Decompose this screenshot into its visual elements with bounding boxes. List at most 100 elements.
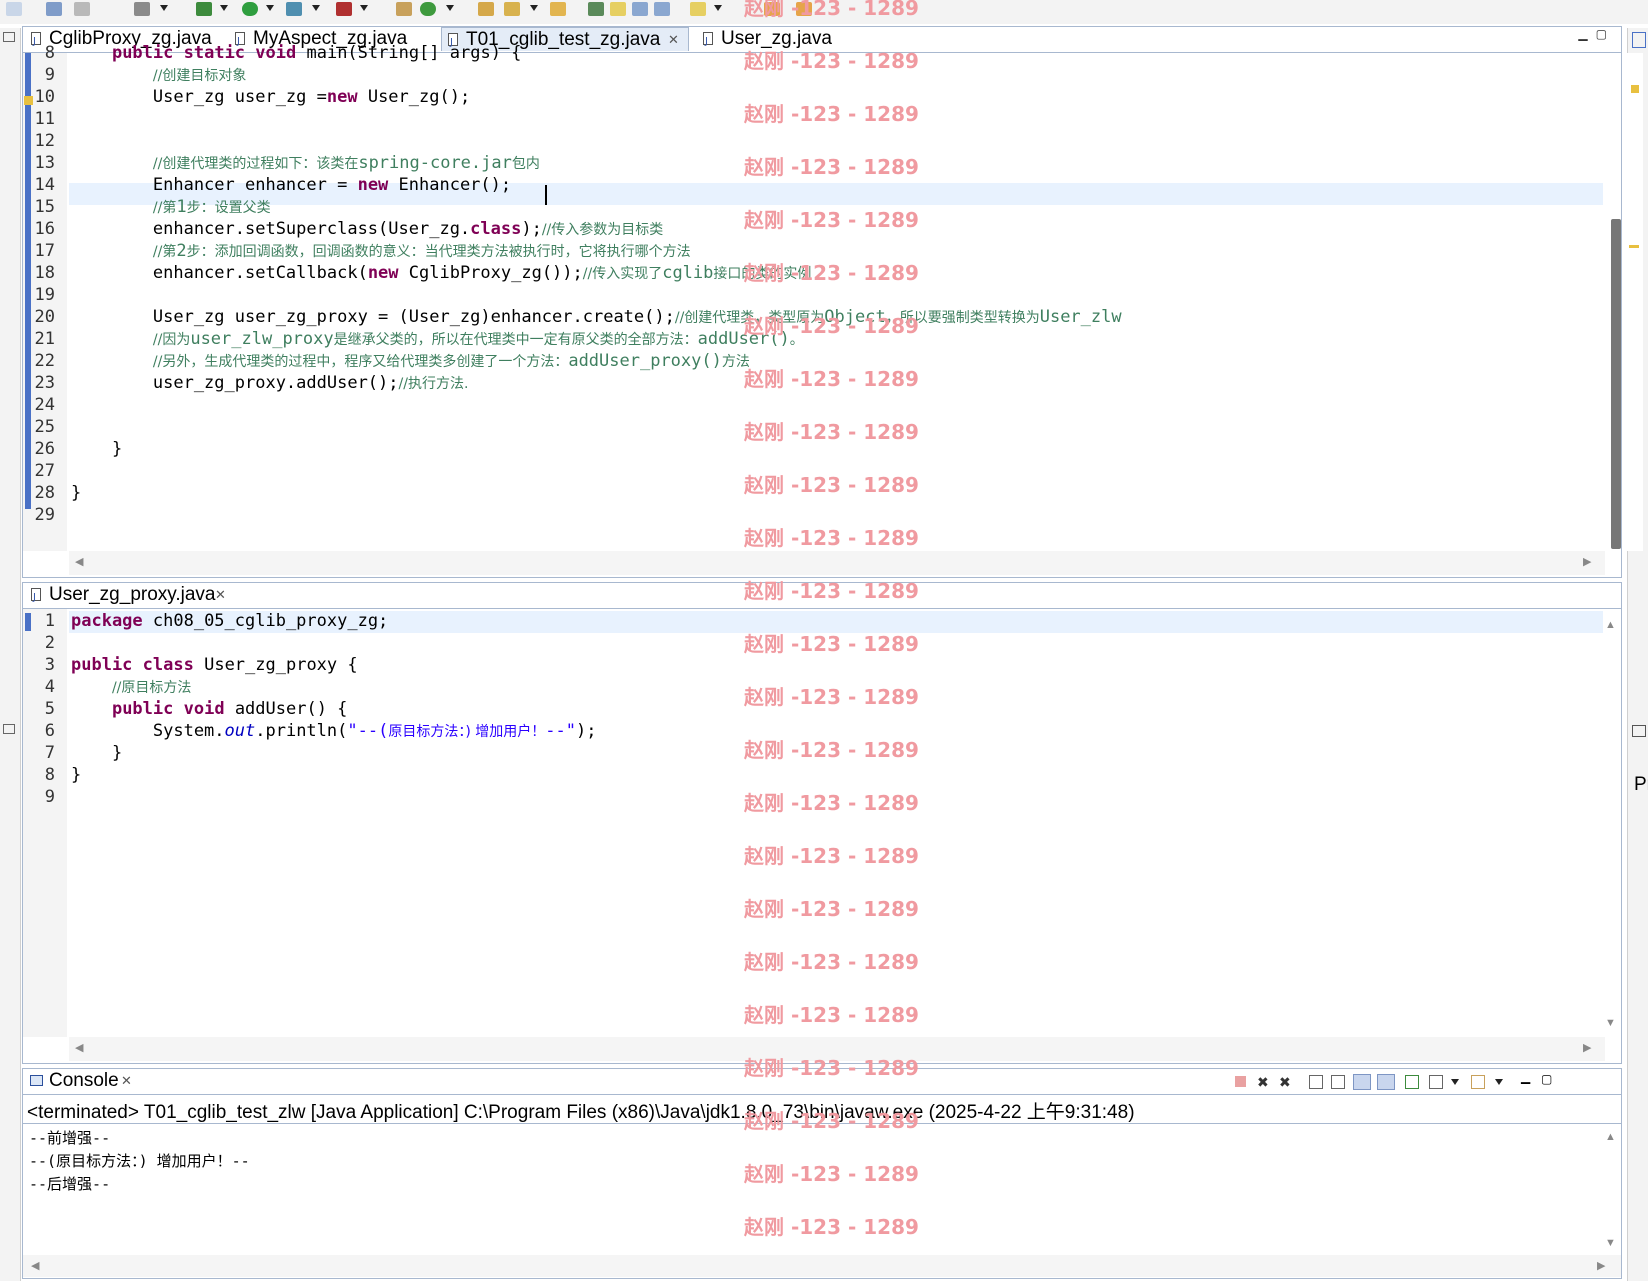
tab-user-zg-proxy[interactable]: User_zg_proxy.java✕ xyxy=(25,583,231,610)
code-line[interactable]: //原目标方法 xyxy=(71,677,191,697)
scroll-down-icon[interactable]: ▼ xyxy=(1605,1017,1616,1029)
chevron-down-icon[interactable] xyxy=(1495,1079,1503,1085)
line-number: 14 xyxy=(34,175,55,195)
console-output-line: --前增强-- xyxy=(29,1129,111,1147)
code-line[interactable]: } xyxy=(71,743,122,763)
code-line[interactable]: enhancer.setSuperclass(User_zg.class);//… xyxy=(71,219,663,239)
code-line[interactable]: public void addUser() { xyxy=(71,699,347,719)
code-line[interactable]: } xyxy=(71,765,81,785)
show-on-output-icon[interactable] xyxy=(1377,1074,1395,1090)
watermark-text: 赵刚 -123 - 1289 xyxy=(744,685,919,709)
chevron-down-icon[interactable] xyxy=(714,5,722,11)
code-line[interactable]: user_zg_proxy.addUser();//执行方法. xyxy=(71,373,469,393)
watermark-text: 赵刚 -123 - 1289 xyxy=(744,420,919,444)
scroll-up-icon[interactable]: ▲ xyxy=(1605,1131,1616,1143)
scroll-left-icon[interactable]: ◀ xyxy=(75,555,83,568)
code-line[interactable]: } xyxy=(71,439,122,459)
new-icon[interactable] xyxy=(6,2,22,16)
code-line[interactable]: //第2步：添加回调函数，回调函数的意义：当代理类方法被执行时，它将执行哪个方法 xyxy=(71,241,691,261)
clear-console-icon[interactable] xyxy=(1309,1075,1323,1089)
chevron-down-icon[interactable] xyxy=(160,5,168,11)
minimize-icon[interactable]: ▁ xyxy=(1521,1070,1530,1084)
code-line[interactable]: Enhancer enhancer = new Enhancer(); xyxy=(71,175,511,195)
code-line[interactable]: User_zg user_zg =new User_zg(); xyxy=(71,87,470,107)
scrollbar-thumb[interactable] xyxy=(1611,219,1621,549)
code-line[interactable]: public static void main(String[] args) { xyxy=(71,43,521,63)
code-line[interactable]: //第1步：设置父类 xyxy=(71,197,271,217)
coverage-icon[interactable] xyxy=(286,2,302,16)
watermark-text: 赵刚 -123 - 1289 xyxy=(744,155,919,179)
code-line[interactable]: //创建代理类的过程如下：该类在spring-core.jar包内 xyxy=(71,153,540,173)
search-icon[interactable] xyxy=(504,2,520,16)
line-number: 17 xyxy=(34,241,55,261)
code-line[interactable]: //创建目标对象 xyxy=(71,65,246,85)
open-console-icon[interactable] xyxy=(1471,1075,1485,1089)
minimize-icon[interactable]: ▁ xyxy=(1578,27,1595,41)
next-annotation-icon[interactable] xyxy=(588,2,604,16)
scroll-down-icon[interactable]: ▼ xyxy=(1605,1237,1616,1249)
overview-ruler xyxy=(1627,53,1643,551)
chevron-down-icon[interactable] xyxy=(360,5,368,11)
new-package-icon[interactable] xyxy=(396,2,412,16)
scroll-right-icon[interactable]: ▶ xyxy=(1583,555,1591,568)
open-folder-icon[interactable] xyxy=(550,2,566,16)
line-number: 21 xyxy=(34,329,55,349)
left-trim-bar xyxy=(0,28,21,1281)
maximize-icon[interactable]: ▢ xyxy=(1596,27,1615,41)
terminate-icon[interactable] xyxy=(1235,1076,1246,1087)
watermark-text: 赵刚 -123 - 1289 xyxy=(744,49,919,73)
scroll-lock-icon[interactable] xyxy=(1331,1075,1345,1089)
watermark-text: 赵刚 -123 - 1289 xyxy=(744,261,919,285)
chevron-down-icon[interactable] xyxy=(220,5,228,11)
restore-icon[interactable] xyxy=(3,724,15,734)
maximize-icon[interactable]: ▢ xyxy=(1541,1072,1552,1086)
restore-icon[interactable] xyxy=(3,32,15,42)
code-line[interactable]: User_zg user_zg_proxy = (User_zg)enhance… xyxy=(71,307,1122,327)
code-line[interactable]: } xyxy=(71,483,81,503)
watermark-text: 赵刚 -123 - 1289 xyxy=(744,526,919,550)
save-icon[interactable] xyxy=(46,2,62,16)
outline-icon[interactable] xyxy=(1632,32,1646,48)
scroll-up-icon[interactable]: ▲ xyxy=(1605,619,1616,631)
open-type-icon[interactable] xyxy=(478,2,494,16)
scroll-right-icon[interactable]: ▶ xyxy=(1583,1041,1591,1054)
word-wrap-icon[interactable] xyxy=(1353,1074,1371,1090)
chevron-down-icon[interactable] xyxy=(446,5,454,11)
chevron-down-icon[interactable] xyxy=(1451,1079,1459,1085)
task-list-icon[interactable] xyxy=(1632,725,1646,737)
code-line[interactable]: public class User_zg_proxy { xyxy=(71,655,358,675)
code-line[interactable]: //另外，生成代理类的过程中，程序又给代理类多创建了一个方法：addUser_p… xyxy=(71,351,750,371)
close-icon[interactable]: ✕ xyxy=(121,1069,132,1093)
mark-occurrences-icon[interactable] xyxy=(610,2,626,16)
remove-launch-icon[interactable]: ✖ xyxy=(1257,1074,1269,1091)
scroll-left-icon[interactable]: ◀ xyxy=(31,1259,39,1272)
external-tools-icon[interactable] xyxy=(336,2,352,16)
vertical-scrollbar[interactable] xyxy=(1605,609,1621,1037)
scroll-left-icon[interactable]: ◀ xyxy=(75,1041,83,1054)
new-class-icon[interactable] xyxy=(420,2,436,16)
code-line[interactable]: System.out.println("--(原目标方法：) 增加用户！--")… xyxy=(71,721,597,741)
code-line[interactable]: enhancer.setCallback(new CglibProxy_zg()… xyxy=(71,263,812,283)
line-number: 15 xyxy=(34,197,55,217)
print-icon[interactable] xyxy=(74,2,90,16)
horizontal-scrollbar[interactable] xyxy=(23,1255,1621,1277)
scroll-right-icon[interactable]: ▶ xyxy=(1597,1259,1605,1272)
horizontal-scrollbar[interactable] xyxy=(69,551,1605,575)
chevron-down-icon[interactable] xyxy=(266,5,274,11)
pin-icon[interactable] xyxy=(690,2,706,16)
chevron-down-icon[interactable] xyxy=(312,5,320,11)
tab-console[interactable]: Console ✕ xyxy=(25,1069,135,1093)
code-line[interactable]: package ch08_05_cglib_proxy_zg; xyxy=(71,611,388,631)
display-console-icon[interactable] xyxy=(1429,1075,1443,1089)
pin-console-icon[interactable] xyxy=(1405,1075,1419,1089)
camera-icon[interactable] xyxy=(134,2,150,16)
close-icon[interactable]: ✕ xyxy=(215,583,226,607)
code-line[interactable]: //因为user_zlw_proxy是继承父类的，所以在代理类中一定有原父类的全… xyxy=(71,329,804,349)
show-whitespace-icon[interactable] xyxy=(654,2,670,16)
close-icon[interactable]: ✕ xyxy=(668,28,679,52)
remove-all-icon[interactable]: ✖ xyxy=(1279,1074,1291,1091)
run-icon[interactable] xyxy=(242,2,258,16)
debug-icon[interactable] xyxy=(196,2,212,16)
block-selection-icon[interactable] xyxy=(632,2,648,16)
chevron-down-icon[interactable] xyxy=(530,5,538,11)
